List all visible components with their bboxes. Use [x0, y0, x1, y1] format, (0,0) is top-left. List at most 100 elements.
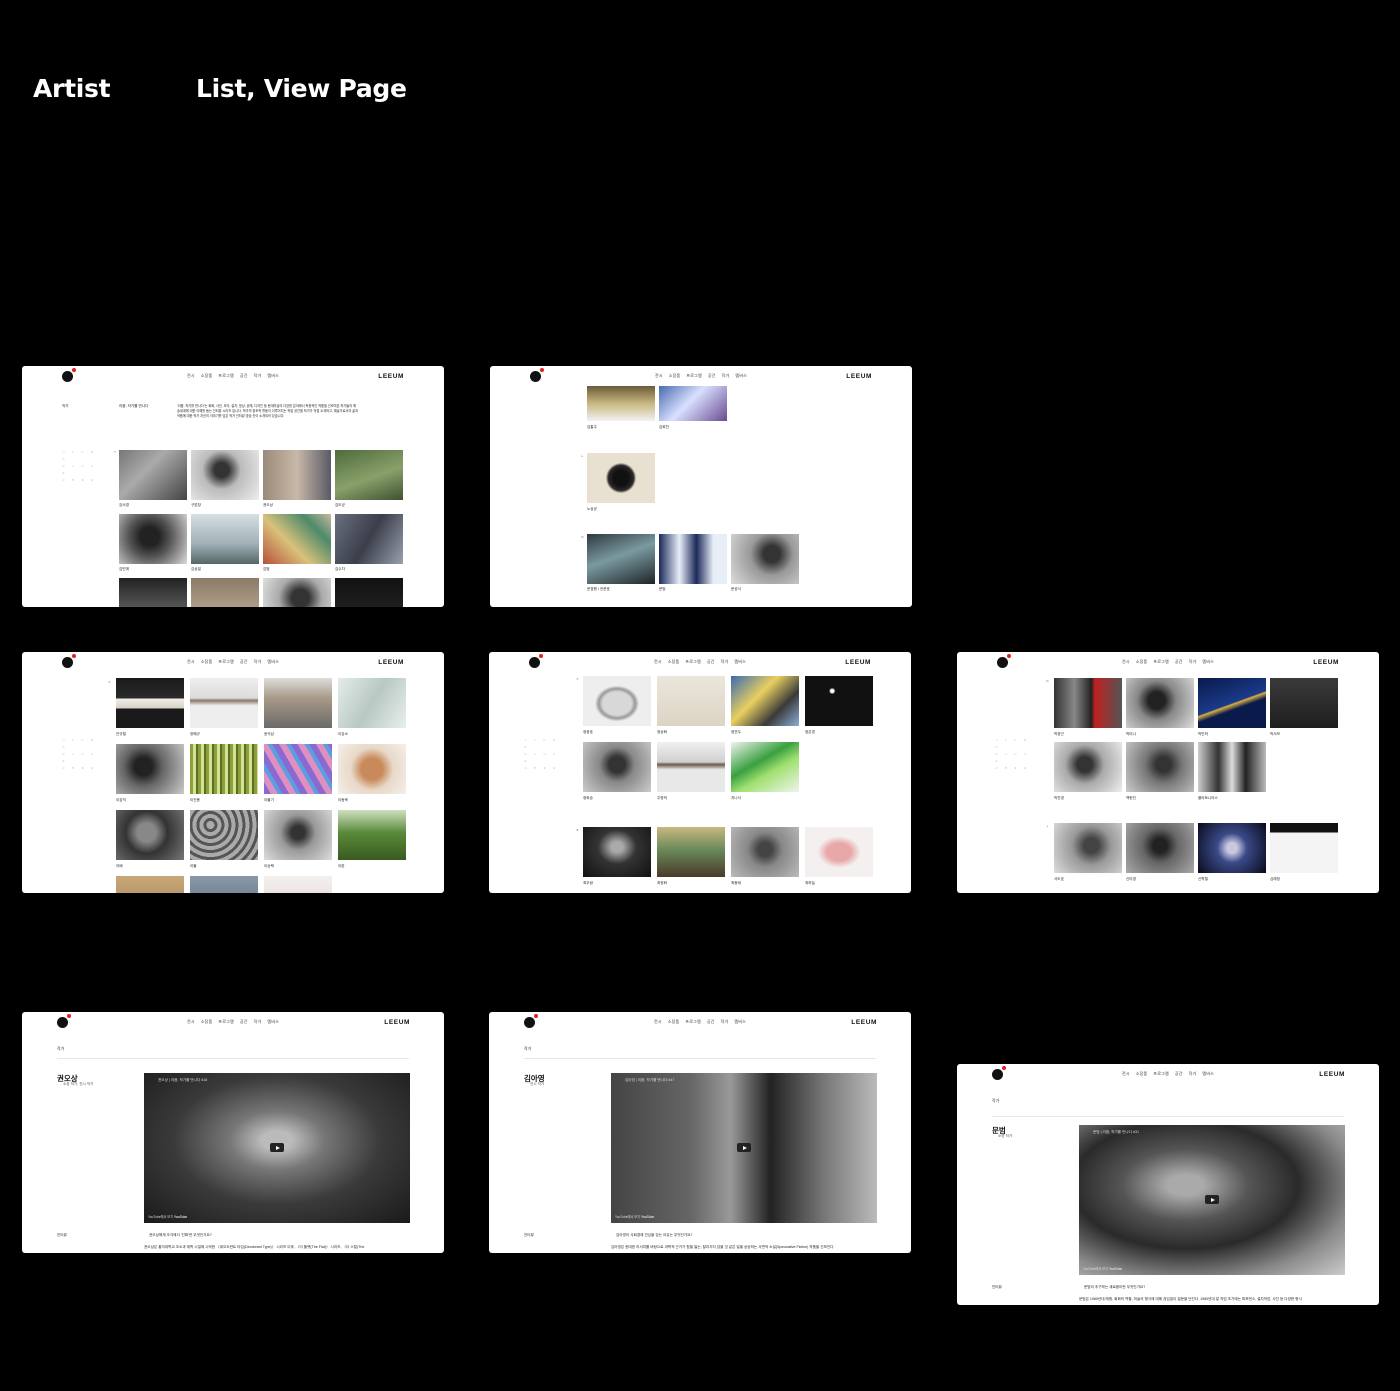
watch-label[interactable]: YouTube에서 보기	[615, 1215, 640, 1219]
artist-name[interactable]: 김홍주	[587, 425, 597, 430]
index-row[interactable]: ㄱ ㄴ ㄷ ㄹ ㅁ	[524, 737, 564, 751]
artist-name[interactable]: 신미경	[1126, 877, 1136, 882]
menu-item[interactable]: 공간	[240, 1019, 248, 1025]
artist-thumbnail[interactable]	[263, 514, 331, 564]
artist-name[interactable]: 이강직	[116, 798, 126, 803]
artist-thumbnail[interactable]	[190, 876, 258, 893]
artist-thumbnail[interactable]	[116, 744, 184, 794]
artist-name[interactable]: 권오상	[263, 503, 273, 508]
menu-item[interactable]: 전시	[655, 373, 663, 379]
artist-thumbnail[interactable]	[264, 810, 332, 860]
menu-item[interactable]: 프로그램	[685, 1019, 701, 1025]
brand-wordmark[interactable]: LEEUM	[851, 1019, 877, 1026]
artist-thumbnail[interactable]	[190, 810, 258, 860]
index-row[interactable]: ㅋ ㅌ ㅍ ㅎ	[524, 765, 564, 772]
artist-thumbnail[interactable]	[1126, 742, 1194, 792]
artist-name[interactable]: 김도균	[335, 503, 345, 508]
menu-item[interactable]: 공간	[240, 659, 248, 665]
brand-wordmark[interactable]: LEEUM	[378, 373, 404, 380]
artist-thumbnail[interactable]	[805, 827, 873, 877]
menu-item[interactable]: 공간	[707, 659, 715, 665]
brand-wordmark[interactable]: LEEUM	[846, 373, 872, 380]
menu-item[interactable]: 멤버스	[267, 659, 279, 665]
menu-item[interactable]: 작가	[721, 1019, 729, 1025]
menu-item[interactable]: 멤버스	[267, 1019, 279, 1025]
artist-name[interactable]: 이강소	[338, 732, 348, 737]
index-row[interactable]: ㅂ ㅅ ㅇ ㅈ ㅊ	[62, 751, 102, 765]
artist-name[interactable]: 심래정	[1270, 877, 1280, 882]
artist-thumbnail[interactable]	[264, 876, 332, 893]
youtube-watch-link[interactable]: YouTube에서 보기 YouTube	[615, 1214, 654, 1219]
artist-name[interactable]: 플라토니아스	[1198, 796, 1218, 801]
artist-name[interactable]: 김민애	[119, 567, 129, 572]
menu-item[interactable]: 전시	[187, 659, 195, 665]
index-row[interactable]: ㄱ ㄴ ㄷ ㄹ ㅁ	[995, 737, 1035, 751]
artist-name[interactable]: 강서경	[119, 503, 129, 508]
artist-thumbnail[interactable]	[338, 678, 406, 728]
artist-thumbnail[interactable]	[335, 578, 403, 607]
artist-name[interactable]: 이승택	[264, 864, 274, 869]
watch-label[interactable]: YouTube에서 보기	[1083, 1267, 1108, 1271]
menu-item[interactable]: 전시	[187, 373, 195, 379]
artist-name[interactable]: 정연두	[731, 730, 741, 735]
menu-item[interactable]: 멤버스	[1202, 659, 1214, 665]
menu-item[interactable]: 공간	[1175, 1071, 1183, 1077]
artist-thumbnail[interactable]	[587, 386, 655, 421]
artist-name[interactable]: 김수자	[335, 567, 345, 572]
artist-name[interactable]: 최우람	[583, 881, 593, 886]
artist-name[interactable]: 지니서	[731, 796, 741, 801]
artist-name[interactable]: 김범	[263, 567, 270, 572]
artist-name[interactable]: 이동욱	[338, 798, 348, 803]
breadcrumb[interactable]: 작가	[992, 1098, 999, 1104]
menu-item[interactable]: 소장품	[668, 659, 680, 665]
menu-item[interactable]: 프로그램	[218, 1019, 234, 1025]
artist-thumbnail[interactable]	[1198, 678, 1266, 728]
artist-thumbnail[interactable]	[583, 676, 651, 726]
artist-name[interactable]: 이불	[190, 864, 197, 869]
youtube-watch-link[interactable]: YouTube에서 보기 YouTube	[148, 1214, 187, 1219]
artist-thumbnail[interactable]	[335, 450, 403, 500]
artist-name[interactable]: 정광호	[583, 730, 593, 735]
index-row[interactable]: ㅋ ㅌ ㅍ ㅎ	[995, 765, 1035, 772]
artist-thumbnail[interactable]	[1270, 678, 1338, 728]
watch-label[interactable]: YouTube에서 보기	[148, 1215, 173, 1219]
menu-item[interactable]: 멤버스	[267, 373, 279, 379]
menu-item[interactable]: 프로그램	[1153, 1071, 1169, 1077]
artist-name[interactable]: 노상균	[587, 507, 597, 512]
index-row[interactable]: ㅂ ㅅ ㅇ ㅈ ㅊ	[62, 463, 102, 477]
artist-thumbnail[interactable]	[264, 678, 332, 728]
menu-item[interactable]: 작가	[254, 659, 262, 665]
artist-thumbnail[interactable]	[338, 810, 406, 860]
artist-thumbnail[interactable]	[583, 827, 651, 877]
youtube-logo-icon[interactable]: YouTube	[641, 1215, 654, 1219]
menu-item[interactable]: 프로그램	[218, 659, 234, 665]
artist-name[interactable]: 박민하	[1198, 732, 1208, 737]
artist-thumbnail[interactable]	[659, 534, 727, 584]
menu-item[interactable]: 멤버스	[734, 1019, 746, 1025]
artist-thumbnail[interactable]	[731, 534, 799, 584]
menu-item[interactable]: 프로그램	[1153, 659, 1169, 665]
artist-name[interactable]: 양혜규	[190, 732, 200, 737]
menu-item[interactable]: 공간	[240, 373, 248, 379]
artist-name[interactable]: 정희승	[583, 796, 593, 801]
menu-item[interactable]: 전시	[1122, 659, 1130, 665]
index-row[interactable]: ㅂ ㅅ ㅇ ㅈ ㅊ	[524, 751, 564, 765]
artist-thumbnail[interactable]	[263, 578, 331, 607]
menu-item[interactable]: 소장품	[201, 373, 213, 379]
artist-name[interactable]: 구본창	[191, 503, 201, 508]
artist-thumbnail[interactable]	[190, 678, 258, 728]
menu-item[interactable]: 멤버스	[734, 659, 746, 665]
artist-thumbnail[interactable]	[805, 676, 873, 726]
index-row[interactable]: ㅋ ㅌ ㅍ ㅎ	[62, 477, 102, 484]
play-button-icon[interactable]	[270, 1143, 284, 1152]
brand-wordmark[interactable]: LEEUM	[384, 1019, 410, 1026]
menu-item[interactable]: 소장품	[201, 1019, 213, 1025]
artist-thumbnail[interactable]	[264, 744, 332, 794]
artist-name[interactable]: 박찬경	[1054, 796, 1064, 801]
menu-item[interactable]: 작가	[1189, 659, 1197, 665]
artist-thumbnail[interactable]	[731, 742, 799, 792]
artist-name[interactable]: 최하늘	[805, 881, 815, 886]
youtube-logo-icon[interactable]: YouTube	[174, 1215, 187, 1219]
interview-video-player[interactable]: 권오상 | 리움, 작가를 만나다 #18 YouTube에서 보기 YouTu…	[144, 1073, 410, 1223]
index-row[interactable]: ㄱ ㄴ ㄷ ㄹ ㅁ	[62, 449, 102, 463]
